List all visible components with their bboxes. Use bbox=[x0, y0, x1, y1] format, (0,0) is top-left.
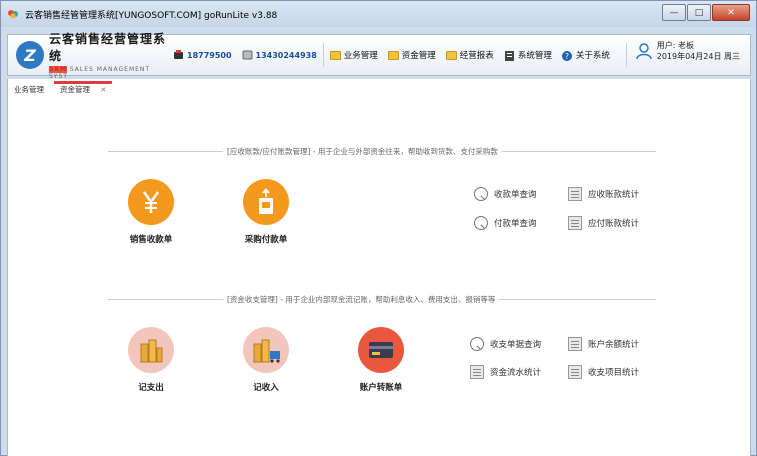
tab-funds-label: 资金管理 bbox=[60, 85, 90, 94]
balance-stats-link[interactable]: 账户余额统计 bbox=[568, 337, 639, 351]
record-income-label: 记收入 bbox=[253, 383, 279, 393]
folder-icon bbox=[445, 50, 457, 60]
search-icon bbox=[474, 187, 488, 201]
record-expense-label: 记支出 bbox=[138, 383, 164, 393]
yen-icon bbox=[128, 179, 174, 225]
menu-reports-label: 经营报表 bbox=[459, 51, 494, 61]
payment-query-label: 付款单查询 bbox=[494, 219, 537, 229]
close-icon[interactable]: ✕ bbox=[100, 86, 106, 94]
tab-strip: 业务管理 资金管理 ✕ bbox=[7, 79, 751, 97]
tab-business[interactable]: 业务管理 bbox=[8, 82, 50, 97]
header-divider bbox=[322, 43, 324, 67]
close-button[interactable]: ✕ bbox=[712, 4, 750, 21]
record-expense-button[interactable]: 记支出 bbox=[111, 327, 191, 393]
phone-1-number: 18779500 bbox=[187, 50, 232, 60]
receivables-stats-label: 应收账款统计 bbox=[588, 190, 640, 200]
payables-stats-label: 应付账款统计 bbox=[588, 219, 640, 229]
main-content: [应收账款/应付账款管理] - 用于企业与外部资金往来，帮助收到货款、支付采购款… bbox=[7, 97, 751, 456]
menu-business-label: 业务管理 bbox=[343, 51, 378, 61]
system-icon bbox=[504, 50, 515, 61]
minimize-button[interactable]: — bbox=[662, 4, 686, 21]
user-info[interactable]: 用户: 老板 2019年04月24日 周三 bbox=[635, 40, 740, 62]
folder-icon bbox=[329, 50, 341, 60]
user-text: 用户: 老板 2019年04月24日 周三 bbox=[657, 40, 740, 62]
sales-receipt-button[interactable]: 销售收款单 bbox=[111, 179, 191, 245]
app-header: Z 云客销售经营管理系统 SKM SALES MANAGEMENT SYST 1… bbox=[7, 32, 751, 80]
close-icon: ✕ bbox=[727, 7, 735, 18]
window-title: 云客销售经管管理系统[YUNGOSOFT.COM] goRunLite v3.8… bbox=[25, 10, 278, 21]
search-icon bbox=[474, 216, 488, 230]
bank-card-icon bbox=[358, 327, 404, 373]
brand: 云客销售经营管理系统 SKM SALES MANAGEMENT SYST bbox=[49, 30, 169, 80]
cashflow-stats-label: 资金流水统计 bbox=[490, 368, 542, 378]
svg-text:?: ? bbox=[565, 52, 569, 61]
report-icon bbox=[568, 365, 582, 379]
payables-stats-link[interactable]: 应付账款统计 bbox=[568, 216, 639, 230]
phone-2-number: 13430244938 bbox=[255, 50, 317, 60]
purchase-payment-label: 采购付款单 bbox=[244, 235, 288, 245]
record-income-button[interactable]: 记收入 bbox=[226, 327, 306, 393]
menu-system-label: 系统管理 bbox=[517, 51, 552, 61]
receivables-stats-link[interactable]: 应收账款统计 bbox=[568, 187, 639, 201]
report-icon bbox=[568, 216, 582, 230]
maximize-icon: □ bbox=[694, 7, 704, 18]
balance-stats-label: 账户余额统计 bbox=[588, 340, 640, 350]
report-icon bbox=[470, 365, 484, 379]
menu-system[interactable]: 系统管理 bbox=[504, 49, 552, 61]
main-menu: 业务管理 资金管理 经营报表 系统管理 ? 关于系统 bbox=[329, 49, 620, 61]
app-window: 云客销售经管管理系统[YUNGOSOFT.COM] goRunLite v3.8… bbox=[0, 0, 757, 456]
user-label: 用户: 老板 bbox=[656, 41, 694, 50]
menu-funds-label: 资金管理 bbox=[401, 51, 436, 61]
brand-name: 云客销售经营管理系统 bbox=[49, 32, 167, 63]
coins-icon bbox=[128, 327, 174, 373]
sales-receipt-label: 销售收款单 bbox=[129, 235, 173, 245]
brand-prefix: SKM bbox=[49, 66, 67, 73]
current-date: 2019年04月24日 周三 bbox=[656, 52, 740, 61]
receivables-caption: [应收账款/应付账款管理] - 用于企业与外部资金往来，帮助收到货款、支付采购款 bbox=[223, 146, 502, 157]
cashflow-caption: [资金收支管理] - 用于企业内部现金流记账，帮助利息收入、费用支出、报销等等 bbox=[223, 294, 500, 305]
receipt-query-link[interactable]: 收款单查询 bbox=[474, 187, 537, 201]
header-divider bbox=[625, 43, 627, 67]
maximize-button[interactable]: □ bbox=[687, 4, 711, 21]
menu-reports[interactable]: 经营报表 bbox=[445, 49, 494, 61]
search-icon bbox=[470, 337, 484, 351]
purchase-payment-button[interactable]: 采购付款单 bbox=[226, 179, 306, 245]
window-controls: — □ ✕ bbox=[661, 4, 750, 21]
app-icon bbox=[7, 8, 19, 20]
mobile-icon bbox=[242, 50, 253, 60]
help-icon: ? bbox=[561, 50, 573, 61]
account-transfer-label: 账户转账单 bbox=[359, 383, 403, 393]
phone-icon bbox=[173, 50, 184, 60]
brand-subtitle: SKM SALES MANAGEMENT SYST bbox=[49, 66, 169, 80]
report-icon bbox=[568, 337, 582, 351]
menu-funds[interactable]: 资金管理 bbox=[387, 49, 436, 61]
item-stats-label: 收支项目统计 bbox=[588, 368, 640, 378]
phone-2: 13430244938 bbox=[242, 50, 317, 60]
receipt-query-label: 收款单查询 bbox=[494, 190, 537, 200]
user-icon bbox=[635, 42, 653, 60]
transaction-query-link[interactable]: 收支单据查询 bbox=[470, 337, 541, 351]
coins-cart-icon bbox=[243, 327, 289, 373]
tab-funds[interactable]: 资金管理 ✕ bbox=[54, 81, 113, 97]
folder-icon bbox=[387, 50, 399, 60]
phone-1: 18779500 bbox=[173, 50, 232, 60]
cashflow-stats-link[interactable]: 资金流水统计 bbox=[470, 365, 541, 379]
payment-doc-icon bbox=[243, 179, 289, 225]
logo-icon: Z bbox=[16, 41, 44, 69]
account-transfer-button[interactable]: 账户转账单 bbox=[341, 327, 421, 393]
menu-business[interactable]: 业务管理 bbox=[329, 49, 378, 61]
tab-business-label: 业务管理 bbox=[14, 85, 44, 94]
menu-about-label: 关于系统 bbox=[575, 51, 610, 61]
item-stats-link[interactable]: 收支项目统计 bbox=[568, 365, 639, 379]
title-bar: 云客销售经管管理系统[YUNGOSOFT.COM] goRunLite v3.8… bbox=[1, 1, 756, 27]
transaction-query-label: 收支单据查询 bbox=[490, 340, 542, 350]
payment-query-link[interactable]: 付款单查询 bbox=[474, 216, 537, 230]
menu-about[interactable]: ? 关于系统 bbox=[561, 49, 610, 61]
report-icon bbox=[568, 187, 582, 201]
minimize-icon: — bbox=[669, 7, 679, 18]
